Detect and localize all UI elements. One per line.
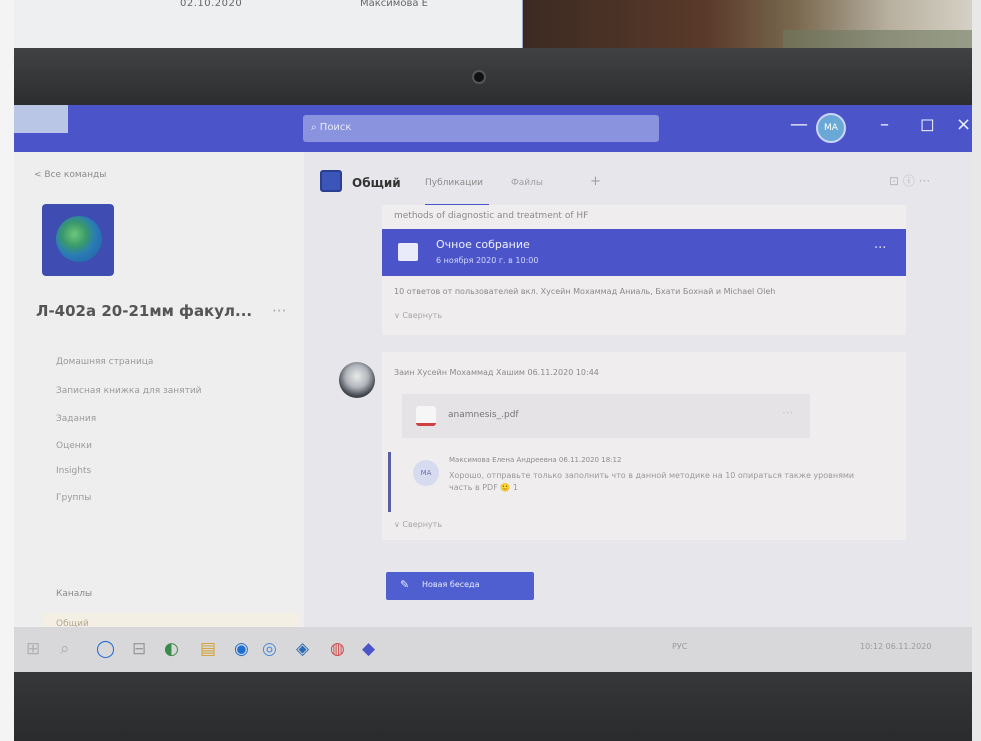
laptop-bottom-bezel bbox=[0, 672, 981, 741]
reply-thread: МА Максимова Елена Андреевна 06.11.2020 … bbox=[388, 452, 898, 512]
reply-avatar: МА bbox=[413, 460, 439, 486]
taskbar-search-icon[interactable]: ⌕ bbox=[60, 639, 70, 659]
start-icon[interactable]: ⊞ bbox=[26, 639, 40, 659]
team-more-options-icon[interactable]: ··· bbox=[272, 302, 286, 320]
left-edge bbox=[0, 0, 14, 741]
post-author-line: Заин Хусейн Мохаммад Хашим 06.11.2020 10… bbox=[394, 368, 599, 377]
file-attachment[interactable]: anamnesis_.pdf ··· bbox=[402, 394, 810, 438]
collapse-link[interactable]: ∨ Свернуть bbox=[394, 311, 442, 320]
new-conversation-button[interactable]: ✎ Новая беседа bbox=[386, 572, 534, 600]
webcam-icon bbox=[472, 70, 486, 84]
all-teams-link[interactable]: < Все команды bbox=[34, 170, 106, 180]
search-icon: ⌕ bbox=[311, 122, 317, 133]
channel-icon bbox=[320, 170, 342, 192]
laptop-top-bezel bbox=[0, 48, 981, 108]
team-name: Л-402а 20-21мм факул... bbox=[36, 302, 253, 320]
store-icon[interactable]: ◈ bbox=[296, 639, 309, 659]
tab-files[interactable]: Файлы bbox=[511, 178, 543, 188]
meeting-more-icon[interactable]: ··· bbox=[874, 241, 886, 256]
tab-posts[interactable]: Публикации bbox=[425, 178, 483, 188]
app-icon[interactable]: ◎ bbox=[262, 639, 277, 659]
background-wall bbox=[523, 0, 981, 48]
team-avatar bbox=[42, 204, 114, 276]
file-explorer-icon[interactable]: ▤ bbox=[200, 639, 216, 659]
post-text: methods of diagnostic and treatment of H… bbox=[394, 211, 589, 221]
nav-item-home[interactable]: Домашняя страница bbox=[56, 357, 153, 367]
channel-main: Общий Публикации Файлы + ⊡ ⓘ ··· methods… bbox=[304, 152, 981, 627]
window-maximize-button[interactable]: ◻ bbox=[920, 114, 935, 135]
windows-taskbar: ⊞ ⌕ ◯ ⊟ ◐ ▤ ◉ ◎ ◈ ◍ ◆ РУС 10:12 06.11.20… bbox=[0, 627, 981, 672]
edge-icon[interactable]: ◉ bbox=[234, 639, 249, 659]
new-conversation-label: Новая беседа bbox=[422, 580, 480, 589]
add-tab-button[interactable]: + bbox=[590, 174, 601, 189]
opera-icon[interactable]: ◍ bbox=[330, 639, 345, 659]
post-author-avatar bbox=[339, 362, 375, 398]
chrome-icon[interactable]: ◐ bbox=[164, 639, 179, 659]
channel-title: Общий bbox=[352, 176, 401, 190]
channels-heading: Каналы bbox=[56, 589, 93, 599]
paper-text-right: Максимова Е bbox=[360, 0, 428, 9]
teams-icon[interactable]: ◆ bbox=[362, 639, 375, 659]
laptop-screen: ⌕ Поиск — МА – ◻ × < Все команды Л-402а … bbox=[0, 105, 981, 672]
compose-icon: ✎ bbox=[400, 578, 410, 591]
reply-text: Хорошо, отправьте только заполнить что в… bbox=[449, 471, 855, 492]
task-view-icon[interactable]: ⊟ bbox=[132, 639, 146, 659]
file-name: anamnesis_.pdf bbox=[448, 410, 519, 420]
cortana-icon[interactable]: ◯ bbox=[96, 639, 115, 659]
tray-clock[interactable]: 10:12 06.11.2020 bbox=[860, 642, 931, 651]
globe-icon bbox=[56, 216, 102, 262]
tray-language[interactable]: РУС bbox=[672, 642, 687, 651]
meeting-date: 6 ноября 2020 г. в 10:00 bbox=[436, 256, 539, 265]
meeting-card[interactable]: Очное собрание 6 ноября 2020 г. в 10:00 … bbox=[382, 229, 906, 276]
team-sidebar: < Все команды Л-402а 20-21мм факул... ··… bbox=[14, 152, 304, 637]
nav-item-groups[interactable]: Группы bbox=[56, 493, 91, 503]
nav-item-insights[interactable]: Insights bbox=[56, 466, 91, 476]
file-more-icon[interactable]: ··· bbox=[782, 406, 793, 420]
photo-frame: 02.10.2020 Максимова Е ⌕ Поиск — МА – ◻ … bbox=[0, 0, 981, 741]
pdf-file-icon bbox=[416, 406, 436, 426]
search-input[interactable]: ⌕ Поиск bbox=[303, 115, 659, 142]
nav-item-assignments[interactable]: Задания bbox=[56, 414, 96, 424]
search-placeholder: Поиск bbox=[319, 122, 352, 133]
collapse-link[interactable]: ∨ Свернуть bbox=[394, 520, 442, 529]
user-avatar[interactable]: МА bbox=[816, 113, 846, 143]
window-close-button[interactable]: × bbox=[956, 114, 971, 135]
minimize-dash-button[interactable]: — bbox=[790, 114, 808, 135]
paper-text-left: 02.10.2020 bbox=[180, 0, 243, 9]
teams-title-bar: ⌕ Поиск — МА – ◻ × bbox=[0, 105, 981, 152]
channel-header-icons[interactable]: ⊡ ⓘ ··· bbox=[889, 172, 930, 189]
calendar-icon bbox=[398, 243, 418, 261]
channel-header: Общий Публикации Файлы + ⊡ ⓘ ··· bbox=[304, 152, 981, 207]
nav-item-class-notebook[interactable]: Записная книжка для занятий bbox=[56, 386, 202, 396]
window-minimize-button[interactable]: – bbox=[880, 114, 889, 135]
right-edge bbox=[972, 0, 981, 741]
post-card: Заин Хусейн Мохаммад Хашим 06.11.2020 10… bbox=[382, 352, 906, 540]
meeting-title: Очное собрание bbox=[436, 238, 530, 251]
reply-author-line: Максимова Елена Андреевна 06.11.2020 18:… bbox=[449, 456, 622, 464]
nav-item-grades[interactable]: Оценки bbox=[56, 441, 92, 451]
meeting-attendance: 10 ответов от пользователей вкл. Хусейн … bbox=[394, 287, 776, 296]
